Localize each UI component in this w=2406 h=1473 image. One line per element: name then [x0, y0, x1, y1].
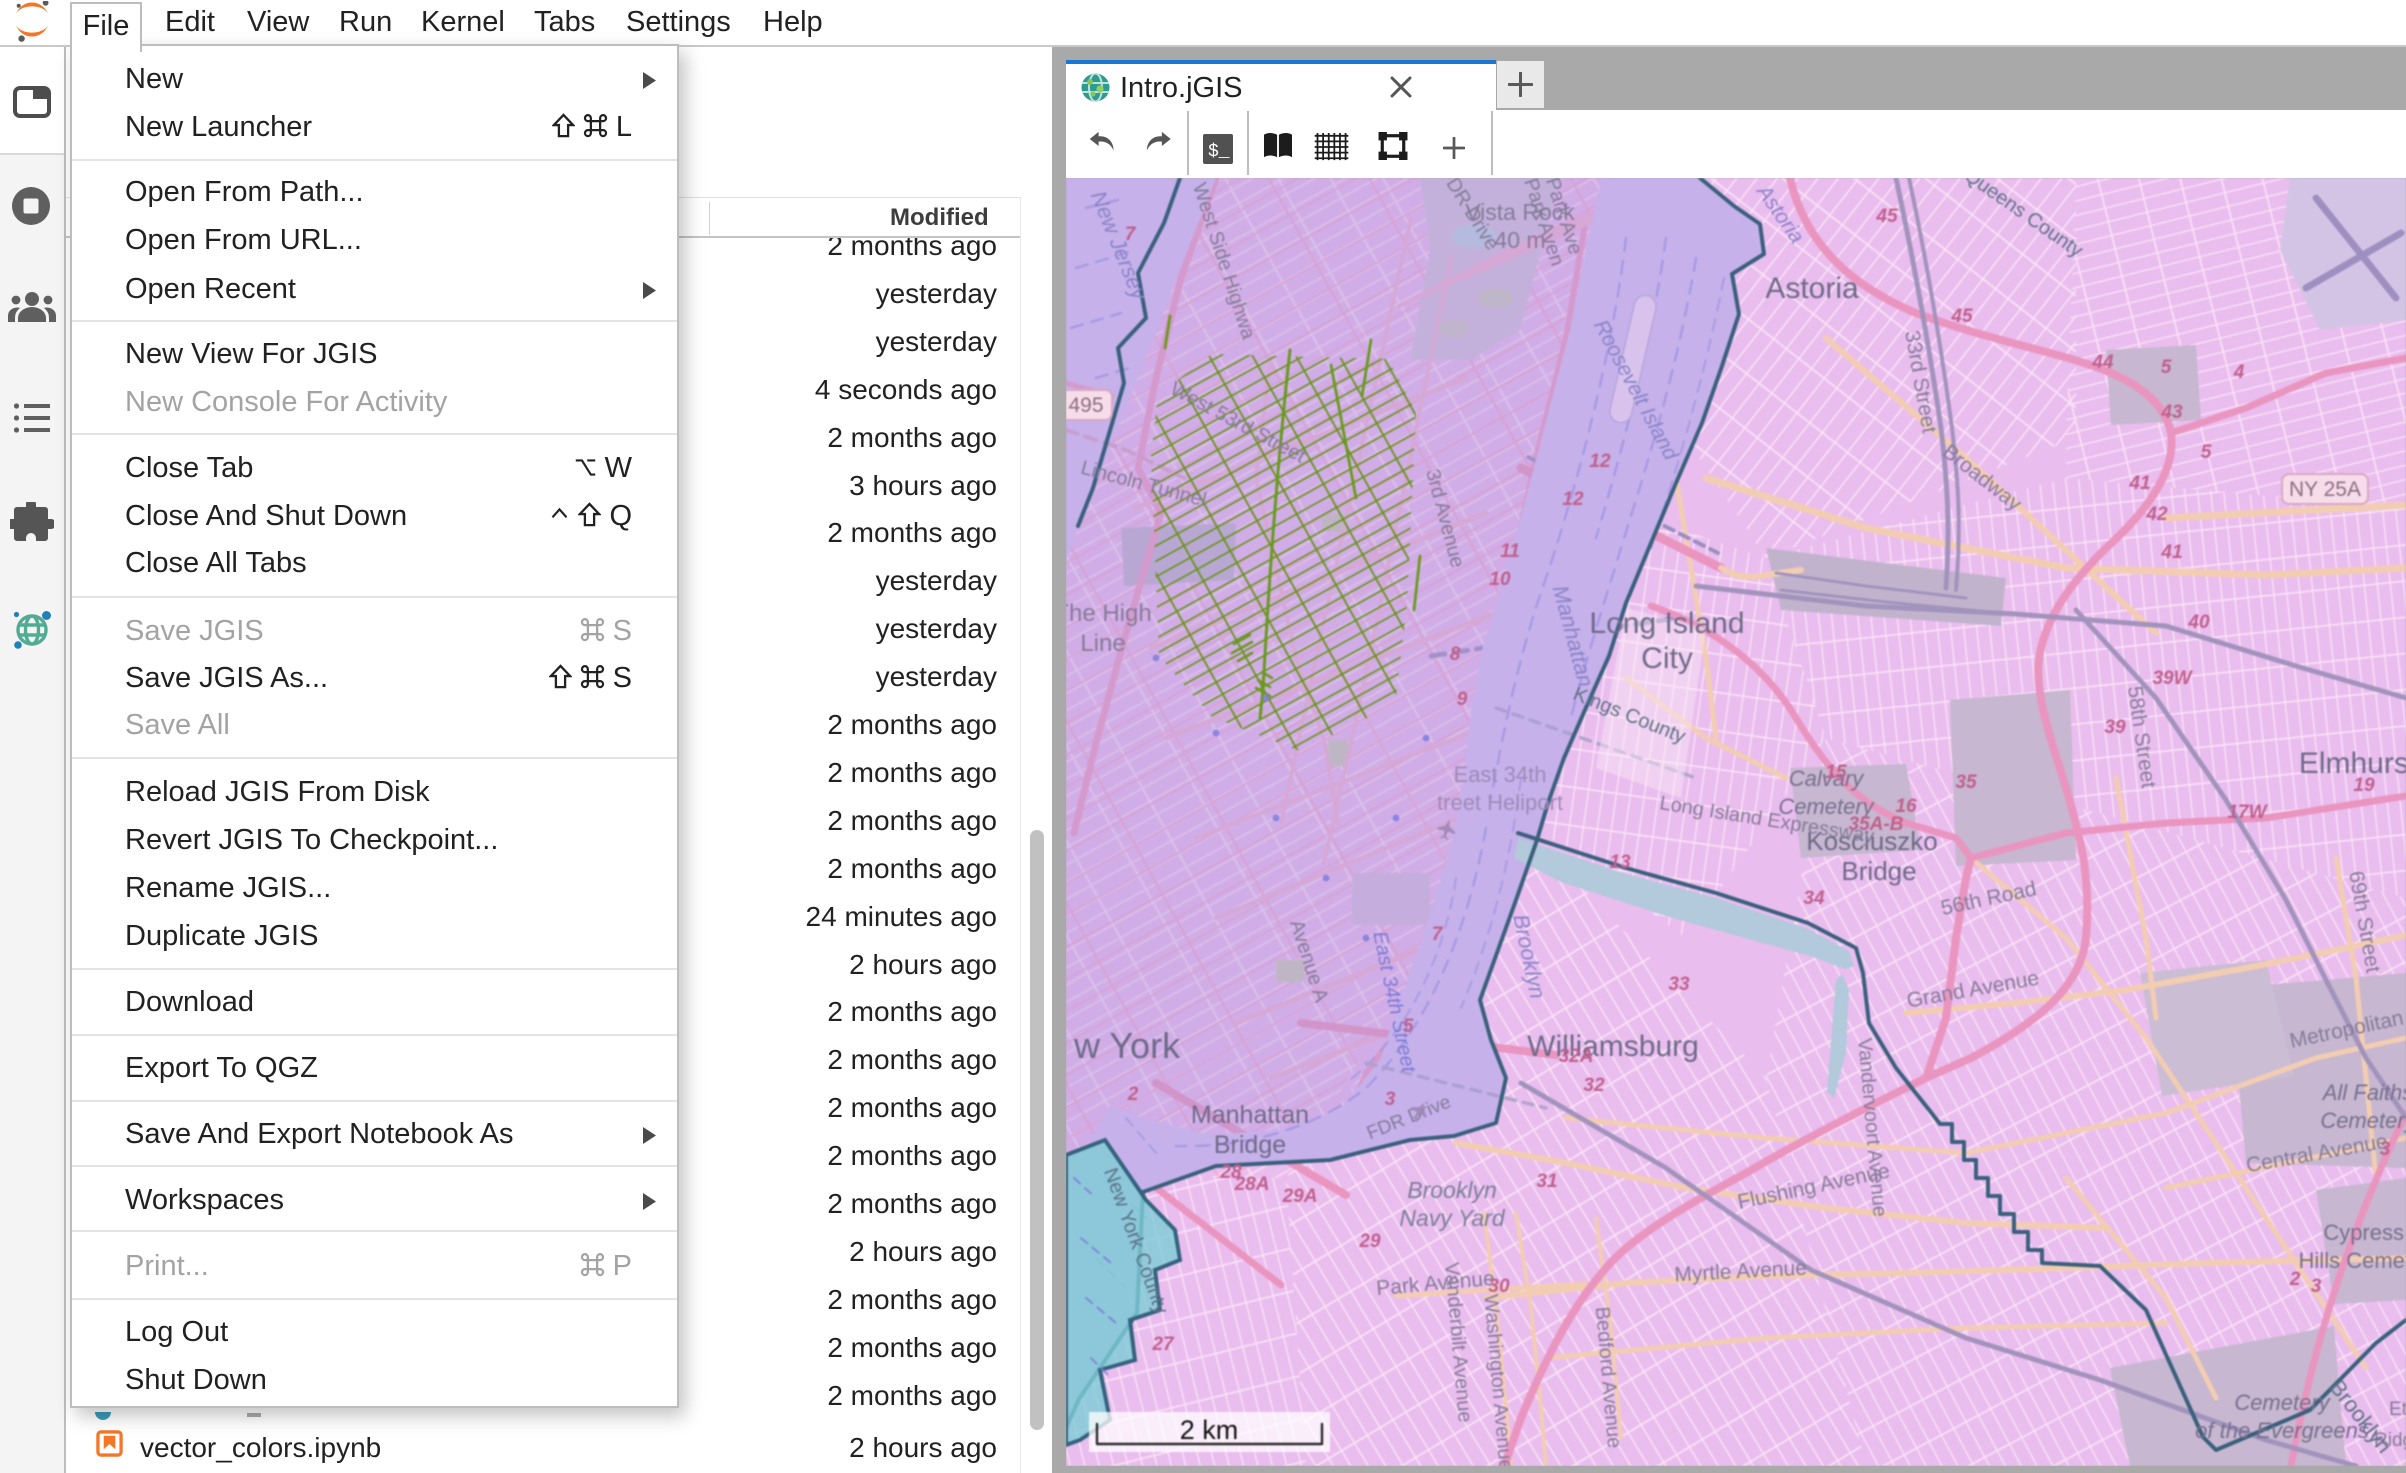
svg-text:13: 13 [1609, 852, 1631, 873]
svg-text:39W: 39W [2152, 668, 2193, 689]
svg-text:Astoria: Astoria [1765, 272, 1859, 305]
svg-text:35: 35 [1955, 772, 1977, 793]
svg-text:7: 7 [1432, 924, 1444, 945]
svg-text:Cemetery: Cemetery [2234, 1390, 2331, 1415]
svg-text:Manhattan: Manhattan [1191, 1101, 1309, 1129]
svg-text:12: 12 [1562, 489, 1584, 510]
svg-text:32: 32 [1583, 1075, 1605, 1096]
svg-text:19: 19 [2353, 775, 2375, 796]
svg-text:of the Evergreens: of the Evergreens [2195, 1418, 2369, 1443]
svg-text:NY 25A: NY 25A [2289, 478, 2361, 501]
svg-text:Cypress: Cypress [2323, 1220, 2404, 1245]
svg-text:35A-B: 35A-B [1849, 814, 1904, 835]
svg-text:41: 41 [2160, 542, 2182, 563]
svg-text:5: 5 [1403, 1016, 1414, 1037]
svg-text:17W: 17W [2227, 802, 2268, 823]
svg-text:All Faiths: All Faiths [2321, 1080, 2406, 1105]
svg-text:31: 31 [1536, 1171, 1557, 1192]
svg-text:Brooklyn: Brooklyn [1407, 1177, 1496, 1203]
svg-text:$_: $_ [1208, 142, 1230, 162]
svg-text:29A: 29A [1282, 1186, 1318, 1207]
svg-text:495: 495 [1068, 394, 1103, 417]
svg-text:8: 8 [1450, 644, 1461, 665]
svg-text:Etna Stre: Etna Stre [2389, 1399, 2406, 1420]
svg-text:45: 45 [1950, 306, 1973, 327]
svg-text:Elmhurst: Elmhurst [2299, 747, 2406, 780]
svg-text:Navy Yard: Navy Yard [1399, 1205, 1505, 1231]
svg-text:Cemetery: Cemetery [2320, 1108, 2406, 1133]
svg-text:3: 3 [2380, 1139, 2391, 1160]
svg-text:4: 4 [2233, 362, 2245, 383]
svg-text:Line: Line [1080, 630, 1125, 657]
svg-text:29: 29 [1358, 1231, 1381, 1252]
svg-text:5: 5 [2201, 442, 2212, 463]
svg-text:3: 3 [2311, 1276, 2322, 1297]
svg-text:3: 3 [1385, 1089, 1396, 1110]
svg-text:2: 2 [2289, 1269, 2301, 1290]
svg-text:Bridge: Bridge [1841, 856, 1916, 886]
svg-text:33: 33 [1668, 974, 1690, 995]
svg-text:City: City [1641, 642, 1693, 675]
svg-text:44: 44 [2091, 352, 2114, 373]
svg-text:Bridge: Bridge [1214, 1131, 1286, 1159]
svg-text:Long Island: Long Island [1589, 607, 1744, 640]
svg-text:5: 5 [2161, 357, 2172, 378]
svg-text:39: 39 [2104, 717, 2126, 738]
svg-text:treet Heliport: treet Heliport [1437, 790, 1563, 815]
svg-text:2 km: 2 km [1180, 1415, 1239, 1445]
svg-text:32A: 32A [1559, 1046, 1594, 1067]
svg-text:41: 41 [2128, 473, 2150, 494]
svg-text:34: 34 [1803, 888, 1825, 909]
svg-text:Williamsburg: Williamsburg [1527, 1030, 1699, 1063]
svg-text:42: 42 [2145, 504, 2168, 525]
svg-text:11: 11 [1500, 541, 1520, 562]
svg-text:2: 2 [1127, 1084, 1139, 1105]
svg-text:40: 40 [2187, 612, 2210, 633]
svg-text:30: 30 [1488, 1276, 1510, 1297]
svg-text:45: 45 [1875, 206, 1898, 227]
svg-text:9: 9 [1457, 689, 1468, 710]
svg-text:28: 28 [1219, 1162, 1242, 1183]
svg-text:East 34th: East 34th [1454, 762, 1547, 787]
svg-text:w York: w York [1073, 1025, 1181, 1066]
svg-text:27: 27 [1151, 1334, 1175, 1355]
svg-text:The High: The High [1066, 600, 1152, 627]
svg-text:43: 43 [2160, 402, 2183, 423]
svg-text:7: 7 [1125, 224, 1137, 245]
svg-text:15: 15 [1825, 762, 1847, 783]
svg-text:12: 12 [1589, 451, 1611, 472]
svg-text:10: 10 [1489, 569, 1511, 590]
svg-text:Hills Cemet: Hills Cemet [2299, 1248, 2406, 1273]
